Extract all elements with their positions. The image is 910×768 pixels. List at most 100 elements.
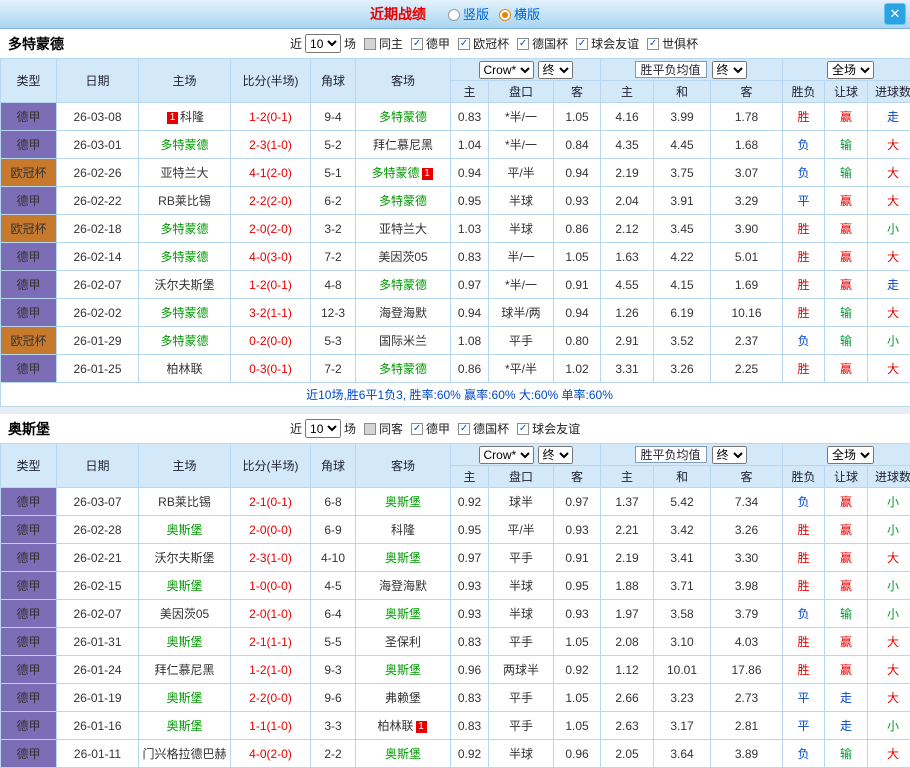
result-handicap: 输 xyxy=(825,740,868,768)
odds-away: 0.93 xyxy=(554,516,601,544)
result-wdl: 负 xyxy=(783,600,825,628)
corners: 6-8 xyxy=(311,488,356,516)
checkbox-league[interactable]: ✓ xyxy=(576,38,588,50)
result-handicap: 赢 xyxy=(825,488,868,516)
score: 4-1(2-0) xyxy=(231,159,311,187)
match-row: 德甲26-02-07美因茨052-0(1-0)6-4奥斯堡0.93半球0.931… xyxy=(1,600,910,628)
odds-away: 0.93 xyxy=(554,187,601,215)
filter-league[interactable]: ✓德国杯 xyxy=(517,35,568,52)
mean-draw: 6.19 xyxy=(654,299,711,327)
odds-handicap: 平/半 xyxy=(489,159,554,187)
filter-same[interactable]: 同客 xyxy=(364,420,403,437)
result-handicap: 赢 xyxy=(825,187,868,215)
mean-draw: 4.22 xyxy=(654,243,711,271)
filter-league[interactable]: ✓欧冠杯 xyxy=(458,35,509,52)
scope-select[interactable]: 全场 xyxy=(827,446,874,464)
away-team: 多特蒙德1 xyxy=(356,159,451,187)
match-date: 26-01-19 xyxy=(57,684,139,712)
checkbox-league[interactable]: ✓ xyxy=(517,38,529,50)
sub-handicap-result: 让球 xyxy=(825,81,868,103)
col-type: 类型 xyxy=(1,444,57,488)
checkbox-league[interactable]: ✓ xyxy=(411,38,423,50)
home-team: 多特蒙德 xyxy=(139,131,231,159)
away-team-name: 多特蒙德 xyxy=(371,166,419,180)
away-team: 国际米兰 xyxy=(356,327,451,355)
odds-away: 0.93 xyxy=(554,600,601,628)
col-away: 客场 xyxy=(356,444,451,488)
checkbox-league[interactable]: ✓ xyxy=(517,423,529,435)
league-badge: 德甲 xyxy=(1,544,57,572)
mean-home: 1.63 xyxy=(601,243,654,271)
odds-source-select[interactable]: Crow* xyxy=(479,61,534,79)
odds-away: 1.05 xyxy=(554,712,601,740)
col-home: 主场 xyxy=(139,444,231,488)
home-team: 美因茨05 xyxy=(139,600,231,628)
close-icon[interactable]: ✕ xyxy=(884,3,906,25)
filter-league[interactable]: ✓世俱杯 xyxy=(647,35,698,52)
odds-source-select[interactable]: Crow* xyxy=(479,446,534,464)
match-row: 欧冠杯26-01-29多特蒙德0-2(0-0)5-3国际米兰1.08平手0.80… xyxy=(1,327,910,355)
checkbox-same[interactable] xyxy=(364,38,376,50)
filter-same[interactable]: 同主 xyxy=(364,35,403,52)
odds-away: 1.05 xyxy=(554,103,601,131)
odds-home: 0.95 xyxy=(451,187,489,215)
odds-away: 0.97 xyxy=(554,488,601,516)
odds-handicap: 平手 xyxy=(489,712,554,740)
radio-vertical-icon[interactable] xyxy=(448,9,460,21)
filter-league[interactable]: ✓球会友谊 xyxy=(517,420,580,437)
radio-horizontal-icon[interactable] xyxy=(499,9,511,21)
away-team: 弗赖堡 xyxy=(356,684,451,712)
sections-container: 多特蒙德近10场同主✓德甲✓欧冠杯✓德国杯✓球会友谊✓世俱杯类型日期主场比分(半… xyxy=(0,29,910,768)
scope-select[interactable]: 全场 xyxy=(827,61,874,79)
score: 1-2(1-0) xyxy=(231,656,311,684)
mean-draw: 3.23 xyxy=(654,684,711,712)
match-date: 26-01-16 xyxy=(57,712,139,740)
away-team-name: 科隆 xyxy=(391,523,415,537)
away-team: 海登海默 xyxy=(356,572,451,600)
filter-league[interactable]: ✓德国杯 xyxy=(458,420,509,437)
checkbox-same[interactable] xyxy=(364,423,376,435)
checkbox-league[interactable]: ✓ xyxy=(458,38,470,50)
odds-handicap: 平/半 xyxy=(489,516,554,544)
mean-home: 2.19 xyxy=(601,159,654,187)
mean-final-select[interactable]: 终 xyxy=(712,61,747,79)
home-team: RB莱比锡 xyxy=(139,187,231,215)
corners: 9-6 xyxy=(311,684,356,712)
section-header-bar: 奥斯堡近10场同客✓德甲✓德国杯✓球会友谊 xyxy=(0,414,910,443)
radio-horizontal-label[interactable]: 横版 xyxy=(514,7,540,22)
mean-away: 10.16 xyxy=(711,299,783,327)
home-team-name: 多特蒙德 xyxy=(160,306,208,320)
filter-league[interactable]: ✓德甲 xyxy=(411,35,450,52)
recent-count-select[interactable]: 10 xyxy=(305,419,341,438)
odds-away: 1.02 xyxy=(554,355,601,383)
odds-final-select[interactable]: 终 xyxy=(538,446,573,464)
recent-count-select[interactable]: 10 xyxy=(305,34,341,53)
result-goals: 小 xyxy=(868,488,910,516)
odds-final-select[interactable]: 终 xyxy=(538,61,573,79)
match-date: 26-02-28 xyxy=(57,516,139,544)
sub-wdl: 胜负 xyxy=(783,81,825,103)
checkbox-league[interactable]: ✓ xyxy=(458,423,470,435)
result-goals: 小 xyxy=(868,516,910,544)
layout-radio-group: 竖版 横版 xyxy=(438,4,540,24)
match-row: 德甲26-02-28奥斯堡2-0(0-0)6-9科隆0.95平/半0.932.2… xyxy=(1,516,910,544)
match-date: 26-02-22 xyxy=(57,187,139,215)
checkbox-league[interactable]: ✓ xyxy=(647,38,659,50)
filter-league[interactable]: ✓德甲 xyxy=(411,420,450,437)
away-team-name: 海登海默 xyxy=(379,306,427,320)
match-row: 德甲26-02-02多特蒙德3-2(1-1)12-3海登海默0.94球半/两0.… xyxy=(1,299,910,327)
away-team: 柏林联1 xyxy=(356,712,451,740)
away-team-name: 亚特兰大 xyxy=(379,222,427,236)
odds-away: 0.80 xyxy=(554,327,601,355)
filter-league[interactable]: ✓球会友谊 xyxy=(576,35,639,52)
result-handicap: 走 xyxy=(825,684,868,712)
league-badge: 德甲 xyxy=(1,187,57,215)
match-row: 德甲26-03-07RB莱比锡2-1(0-1)6-8奥斯堡0.92球半0.971… xyxy=(1,488,910,516)
match-date: 26-02-07 xyxy=(57,271,139,299)
filter-same-label: 同客 xyxy=(379,420,403,437)
checkbox-league[interactable]: ✓ xyxy=(411,423,423,435)
home-team-name: 奥斯堡 xyxy=(166,719,202,733)
mean-final-select[interactable]: 终 xyxy=(712,446,747,464)
radio-vertical-label[interactable]: 竖版 xyxy=(463,7,489,22)
match-row: 德甲26-01-24拜仁慕尼黑1-2(1-0)9-3奥斯堡0.96两球半0.92… xyxy=(1,656,910,684)
